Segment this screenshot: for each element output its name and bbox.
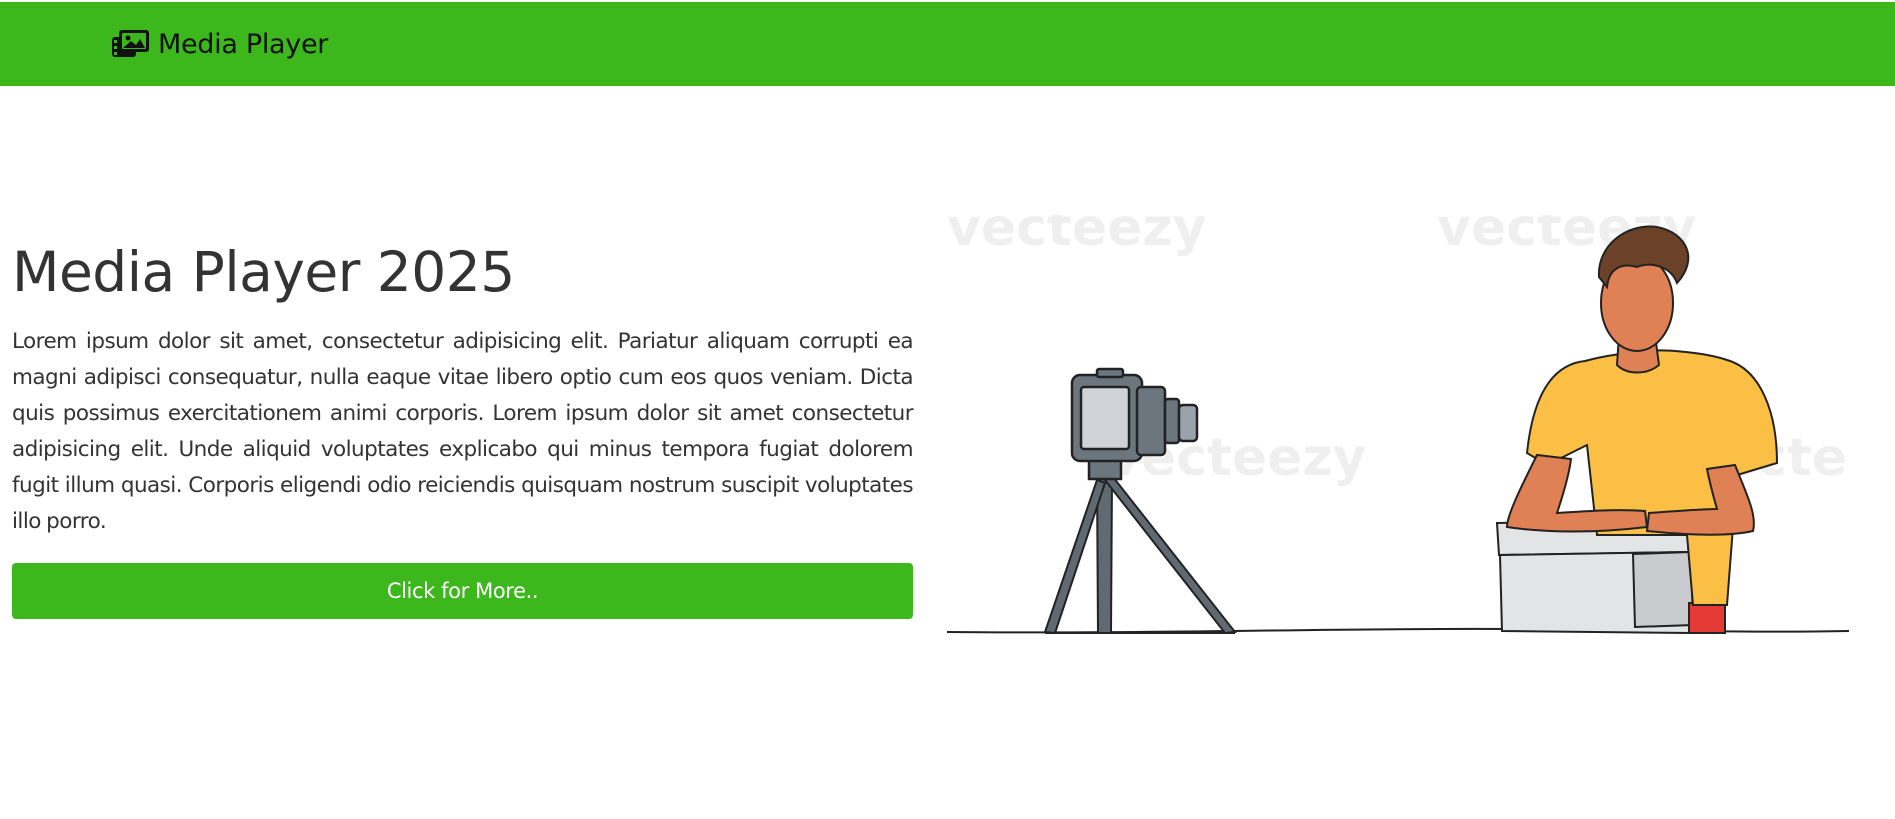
click-for-more-button[interactable]: Click for More.. xyxy=(12,563,913,619)
brand-label: Media Player xyxy=(158,28,329,60)
hero-title: Media Player 2025 xyxy=(12,240,515,304)
man-recording-video-illustration: vecteezy vecteezy vecteezy vecteezy xyxy=(947,215,1849,635)
brand-link[interactable]: Media Player xyxy=(111,28,328,60)
watermark-text-1: vecteezy xyxy=(947,215,1207,258)
tripod xyxy=(1043,475,1237,635)
hero-description: Lorem ipsum dolor sit amet, consectetur … xyxy=(12,329,914,534)
top-navbar: Media Player xyxy=(0,2,1895,86)
images-icon xyxy=(112,30,149,57)
box xyxy=(1495,518,1695,635)
